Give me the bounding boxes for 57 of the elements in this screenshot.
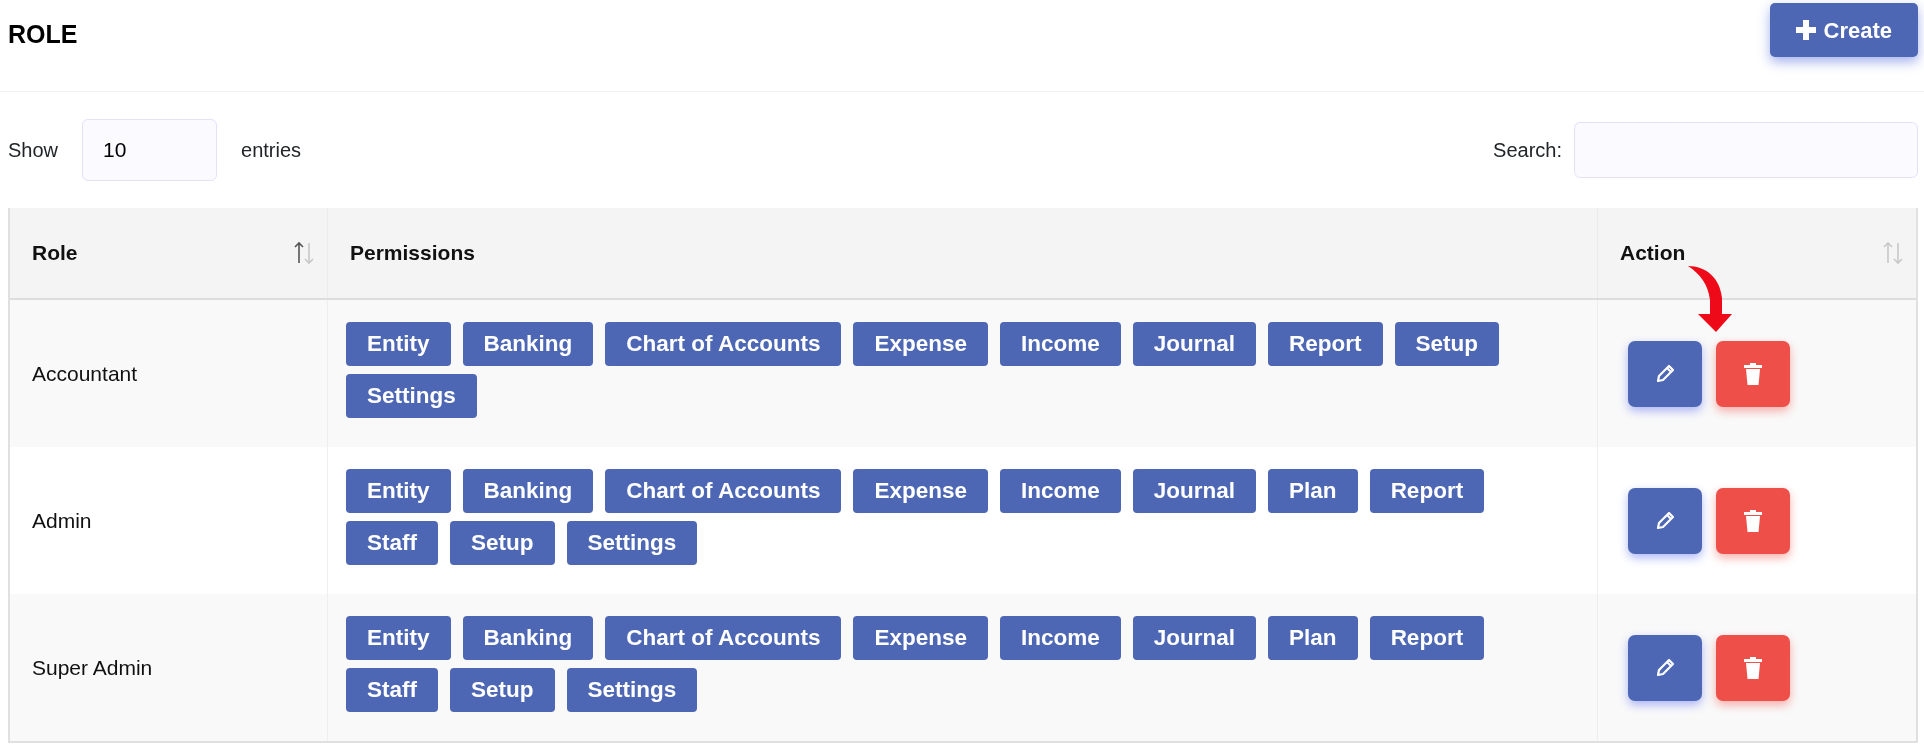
permission-tag: Setup: [450, 668, 555, 712]
permission-tag: Income: [1000, 616, 1121, 660]
permission-tag: Banking: [462, 322, 594, 366]
create-button[interactable]: Create: [1769, 3, 1918, 57]
trash-icon: [1744, 362, 1762, 385]
delete-button[interactable]: [1716, 487, 1790, 554]
permission-tag: Setup: [450, 521, 555, 565]
permission-tag: Expense: [853, 322, 989, 366]
permission-tag: Entity: [346, 469, 451, 513]
permission-tag: Report: [1369, 616, 1485, 660]
plus-icon: [1795, 20, 1816, 40]
permission-tag: Chart of Accounts: [605, 469, 842, 513]
role-name: Accountant: [32, 360, 138, 387]
permission-tag: Expense: [853, 616, 989, 660]
permission-tag: Report: [1369, 469, 1485, 513]
permission-tag: Settings: [566, 668, 698, 712]
entries-field[interactable]: 10: [82, 119, 218, 181]
permission-tag: Chart of Accounts: [605, 616, 842, 660]
permission-tag: Chart of Accounts: [605, 322, 842, 366]
permission-tag: Plan: [1268, 469, 1358, 513]
pencil-icon: [1655, 657, 1675, 678]
permission-tag: Staff: [346, 521, 438, 565]
permission-tag: Banking: [462, 469, 594, 513]
edit-button[interactable]: [1628, 634, 1702, 701]
permission-tag: Staff: [346, 668, 438, 712]
permission-tag: Setup: [1394, 322, 1500, 366]
permission-tag: Settings: [346, 374, 477, 418]
delete-button[interactable]: [1716, 634, 1790, 701]
role-name: Admin: [32, 507, 92, 534]
permission-tag: Entity: [346, 616, 451, 660]
permission-tag: Banking: [462, 616, 594, 660]
role-name: Super Admin: [32, 654, 153, 681]
permission-tag: Journal: [1132, 469, 1257, 513]
column-header[interactable]: Action: [1620, 237, 1686, 269]
trash-icon: [1744, 509, 1762, 532]
pencil-icon: [1655, 363, 1675, 384]
permission-tag: Entity: [346, 322, 451, 366]
show-label: Show: [8, 138, 59, 163]
entries-label: entries: [241, 138, 302, 163]
search-label: Search:: [1493, 138, 1562, 163]
permission-tag: Settings: [566, 521, 698, 565]
edit-button[interactable]: [1628, 340, 1702, 407]
permission-tag: Journal: [1132, 616, 1257, 660]
column-header[interactable]: Role: [32, 237, 78, 269]
pencil-icon: [1655, 510, 1675, 531]
delete-button[interactable]: [1716, 340, 1790, 407]
permission-tag: Income: [1000, 469, 1121, 513]
permission-tag: Journal: [1132, 322, 1257, 366]
permission-tag: Plan: [1268, 616, 1358, 660]
search-field[interactable]: [1574, 122, 1918, 178]
permission-tag: Expense: [853, 469, 989, 513]
permission-tag: Report: [1268, 322, 1383, 366]
permission-tag: Income: [1000, 322, 1121, 366]
trash-icon: [1744, 656, 1762, 679]
column-header[interactable]: Permissions: [350, 237, 475, 269]
page-title: ROLE: [8, 19, 78, 49]
edit-button[interactable]: [1628, 487, 1702, 554]
